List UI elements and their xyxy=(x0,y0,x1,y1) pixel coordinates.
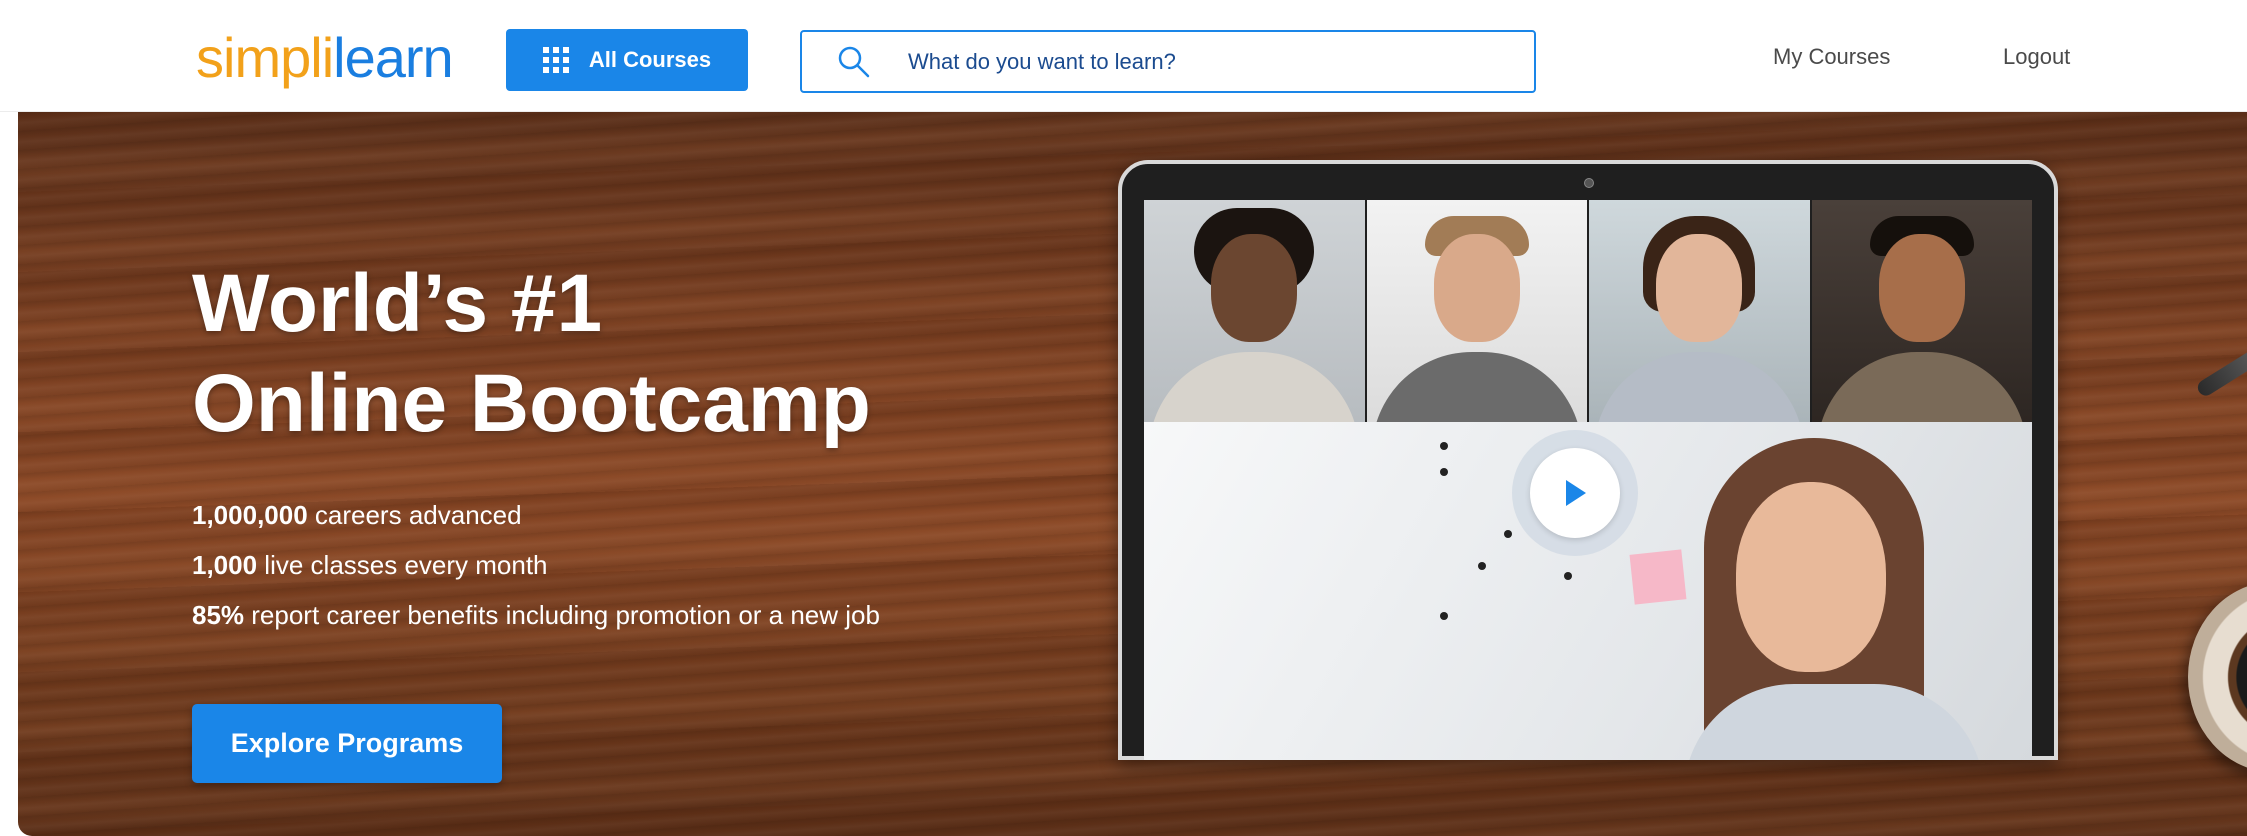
hero-stats: 1,000,000 careers advanced 1,000 live cl… xyxy=(192,490,880,640)
stat-live-classes-value: 1,000 xyxy=(192,550,258,580)
logo-part-simpl: simpl xyxy=(196,26,323,89)
search-icon[interactable] xyxy=(826,42,882,82)
play-icon xyxy=(1566,480,1586,506)
participant-tile xyxy=(1144,200,1367,422)
pen-image xyxy=(2194,321,2247,399)
stat-live-classes-text: live classes every month xyxy=(257,550,548,580)
stat-careers: 1,000,000 careers advanced xyxy=(192,490,880,540)
top-header: simplilearn All Courses My Courses Logou… xyxy=(0,0,2247,112)
my-courses-link[interactable]: My Courses xyxy=(1773,44,1890,70)
logout-link[interactable]: Logout xyxy=(2003,44,2070,70)
sticky-note xyxy=(1629,549,1687,605)
search-bar[interactable] xyxy=(800,30,1536,93)
explore-programs-button[interactable]: Explore Programs xyxy=(192,704,502,783)
stat-live-classes: 1,000 live classes every month xyxy=(192,540,880,590)
stat-benefits-value: 85% xyxy=(192,600,245,630)
search-input[interactable] xyxy=(906,47,1506,76)
participant-tiles xyxy=(1144,200,2032,422)
video-screen[interactable] xyxy=(1144,200,2032,760)
hero-title-line-1: World’s #1 xyxy=(192,258,603,349)
simplilearn-logo[interactable]: simplilearn xyxy=(196,26,454,89)
stat-benefits: 85% report career benefits including pro… xyxy=(192,590,880,640)
all-courses-button[interactable]: All Courses xyxy=(506,29,748,91)
logo-part-learn: learn xyxy=(333,26,454,89)
laptop-video-frame xyxy=(1118,160,2058,760)
stat-careers-text: careers advanced xyxy=(307,500,522,530)
stat-benefits-text: report career benefits including promoti… xyxy=(244,600,880,630)
webcam-dot xyxy=(1584,178,1594,188)
participant-tile xyxy=(1589,200,1812,422)
all-courses-label: All Courses xyxy=(588,47,712,72)
participant-tile xyxy=(1366,200,1589,422)
logo-part-i: i xyxy=(321,26,334,89)
video-play-button[interactable] xyxy=(1512,430,1638,556)
stat-careers-value: 1,000,000 xyxy=(192,500,308,530)
participant-tile xyxy=(1811,200,2032,422)
grid-icon xyxy=(542,47,569,73)
hero-title-line-2: Online Bootcamp xyxy=(192,358,871,449)
coffee-cup-image xyxy=(2188,582,2247,772)
hero-title: World’s #1 Online Bootcamp xyxy=(192,254,871,454)
